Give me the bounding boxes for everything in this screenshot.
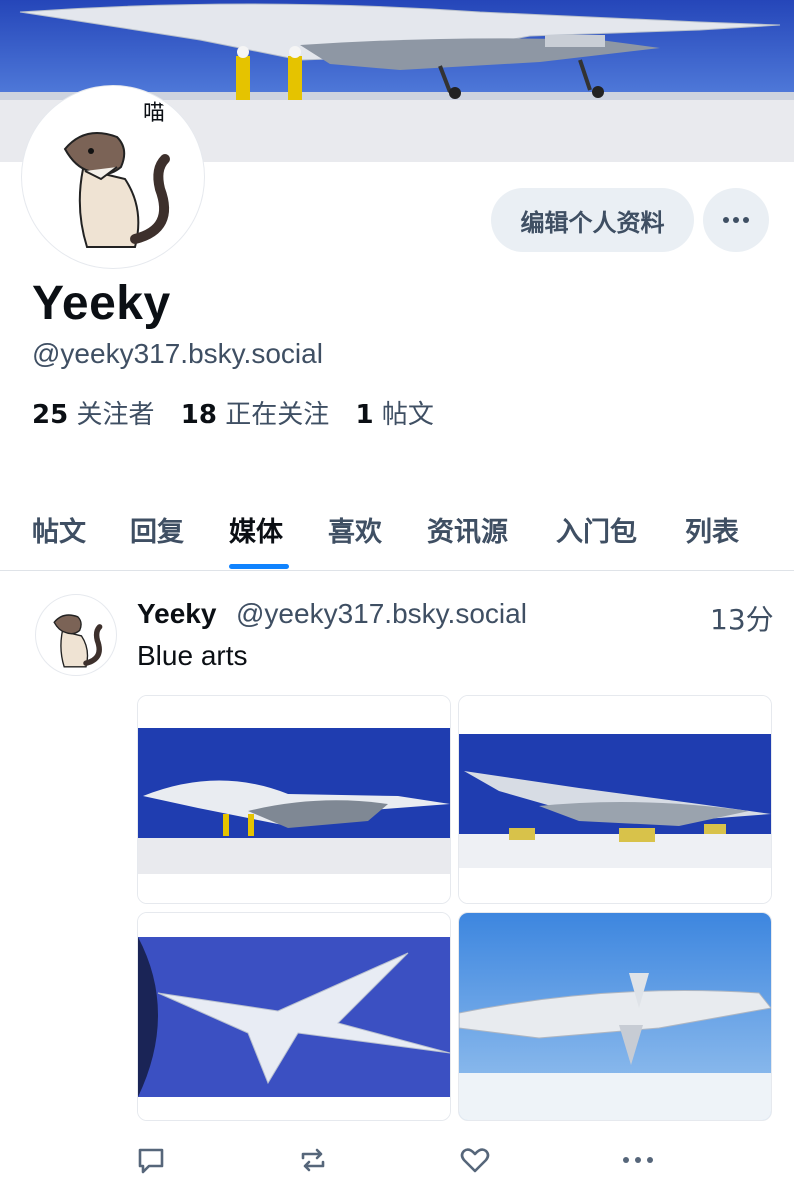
post-image-3[interactable] bbox=[137, 912, 451, 1121]
profile-handle: @yeeky317.bsky.social bbox=[32, 338, 323, 369]
followers-label: 关注者 bbox=[76, 400, 155, 430]
post-more-button[interactable] bbox=[618, 1140, 658, 1180]
repost-button[interactable] bbox=[293, 1140, 333, 1180]
profile-tabs: 帖文 回复 媒体 喜欢 资讯源 入门包 列表 bbox=[0, 500, 794, 571]
post-image-1[interactable] bbox=[137, 695, 451, 904]
active-tab-indicator bbox=[229, 564, 289, 569]
post-image-4[interactable] bbox=[458, 912, 772, 1121]
repost-icon bbox=[301, 1148, 325, 1172]
reply-button[interactable] bbox=[131, 1140, 171, 1180]
post-text: Blue arts bbox=[137, 640, 248, 671]
post-image-2[interactable] bbox=[458, 695, 772, 904]
post-author-avatar[interactable] bbox=[35, 594, 117, 676]
tab-lists[interactable]: 列表 bbox=[685, 510, 739, 549]
edit-profile-button[interactable]: 编辑个人资料 bbox=[491, 188, 694, 252]
tab-media[interactable]: 媒体 bbox=[229, 510, 283, 549]
posts-stat: 1 帖文 bbox=[355, 400, 433, 430]
cat-avatar-icon bbox=[25, 89, 201, 265]
followers-stat[interactable]: 25 关注者 bbox=[32, 400, 154, 430]
profile-display-name: Yeeky bbox=[32, 277, 171, 330]
like-icon bbox=[460, 1148, 490, 1173]
reply-icon bbox=[138, 1148, 164, 1174]
tab-likes[interactable]: 喜欢 bbox=[328, 510, 382, 549]
following-label: 正在关注 bbox=[225, 400, 330, 430]
following-stat[interactable]: 18 正在关注 bbox=[181, 400, 329, 430]
profile-stats: 25 关注者 18 正在关注 1 帖文 bbox=[32, 394, 434, 431]
ellipsis-icon bbox=[623, 1157, 653, 1163]
post-author-name[interactable]: Yeeky bbox=[137, 598, 216, 630]
profile-more-button[interactable] bbox=[703, 188, 769, 252]
like-button[interactable] bbox=[455, 1140, 495, 1180]
followers-count: 25 bbox=[32, 400, 69, 430]
post-timestamp[interactable]: 13分 bbox=[710, 598, 774, 638]
avatar-meow-text: 喵 bbox=[143, 101, 166, 126]
tab-starter-packs[interactable]: 入门包 bbox=[556, 510, 637, 549]
ellipsis-icon bbox=[723, 217, 749, 223]
posts-count: 1 bbox=[355, 400, 374, 430]
posts-label: 帖文 bbox=[381, 400, 434, 430]
following-count: 18 bbox=[180, 400, 217, 430]
post-author-handle[interactable]: @yeeky317.bsky.social bbox=[236, 598, 527, 630]
tab-feeds[interactable]: 资讯源 bbox=[427, 510, 508, 549]
tab-posts[interactable]: 帖文 bbox=[32, 510, 86, 549]
cat-avatar-icon bbox=[53, 614, 103, 668]
tab-replies[interactable]: 回复 bbox=[130, 510, 184, 549]
profile-avatar[interactable]: 喵 bbox=[22, 86, 204, 268]
